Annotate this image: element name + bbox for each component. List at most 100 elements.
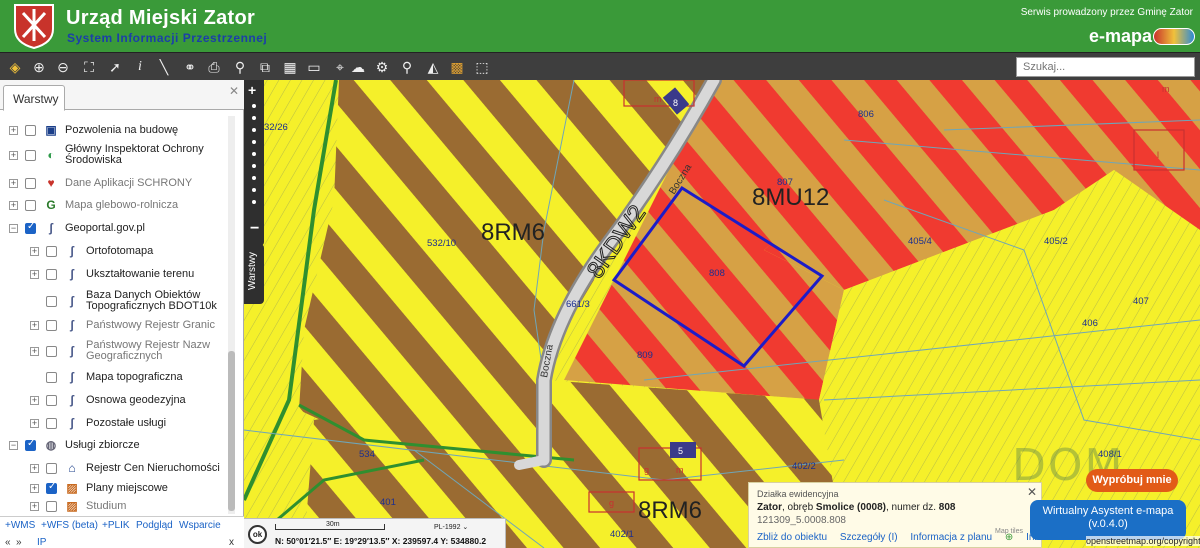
expand-icon[interactable]: + [9,200,18,210]
basemap-icon[interactable]: ▩ [447,57,467,77]
add-wms-link[interactable]: +WMS [5,520,35,531]
info-icon[interactable]: i [130,57,150,77]
layer-checkbox[interactable] [46,500,57,512]
layer-item[interactable]: + ◐ Główny Inspektorat Ochrony Środowiska [9,140,224,170]
layer-item[interactable]: + ʃ Ortofotomapa [30,240,224,262]
search-input[interactable] [1016,57,1195,77]
expand-icon[interactable]: + [30,483,39,493]
link-icon[interactable]: ⚭ [180,57,200,77]
layer-item[interactable]: +ʃMapa topograficzna [30,366,224,388]
layer-item[interactable]: +ʃBaza Danych Obiektów Topograficznych B… [30,286,224,316]
footer-close-icon[interactable]: x [229,537,234,548]
settings-icon[interactable]: ⚙ [372,57,392,77]
cloud-icon[interactable]: ☁ [348,57,368,77]
expand-icon[interactable]: + [30,501,39,511]
zoom-to-object-link[interactable]: Zbliż do obiektu [757,532,827,543]
layer-checkbox[interactable] [46,394,57,406]
expand-icon[interactable]: + [30,246,39,256]
layer-item[interactable]: + ▣ Pozwolenia na budowę [9,119,224,141]
collapse-icon[interactable]: − [9,223,18,233]
print-icon[interactable]: ⎙ [204,57,224,77]
close-icon[interactable]: ✕ [229,84,239,98]
zoom-level-dot[interactable] [252,116,256,120]
layer-item[interactable]: + ʃ Państwowy Rejestr Granic [30,314,224,336]
layer-item[interactable]: + ⌂ Rejestr Cen Nieruchomości [30,457,224,479]
layer-checkbox[interactable] [25,438,36,451]
ip-link[interactable]: IP [37,537,46,548]
layer-checkbox[interactable] [46,481,57,494]
search-zoom-icon[interactable]: ⚲ [397,57,417,77]
expand-icon[interactable]: + [30,269,39,279]
zoom-in-icon[interactable]: ⊕ [29,57,49,77]
layer-checkbox[interactable] [46,345,57,357]
measure-icon[interactable]: ╲ [154,57,174,77]
layer-item[interactable]: + ʃ Pozostałe usługi [30,412,224,434]
panel-scrollbar[interactable] [228,116,235,514]
layer-item[interactable]: + ʃ Państwowy Rejestr Nazw Geograficznych [30,336,224,366]
plan-info-link[interactable]: Informacja z planu [910,532,992,543]
expand-icon[interactable]: + [30,463,39,473]
ok-button[interactable]: ok [248,525,267,544]
try-me-button[interactable]: Wypróbuj mnie [1086,469,1178,492]
emapa-logo[interactable]: e-mapa [1089,26,1152,47]
layers-icon[interactable]: ◈ [5,57,25,77]
layout-icon[interactable]: ▦ [280,57,300,77]
crs-select[interactable]: PL-1992 ⌄ [434,523,468,531]
zoom-extent-icon[interactable]: ⛶ [79,57,99,77]
export-icon[interactable]: ⧉ [255,57,275,77]
layer-checkbox[interactable] [46,462,57,474]
expand-icon[interactable]: + [30,346,39,356]
zoom-level-dot[interactable] [252,164,256,168]
layer-item[interactable]: + ▨ Studium [30,495,224,514]
layers-side-tab[interactable]: Warstwy [244,244,264,304]
zoom-level-dot[interactable] [252,152,256,156]
expand-icon[interactable]: + [30,320,39,330]
close-icon[interactable]: ✕ [1027,485,1037,499]
layer-checkbox[interactable] [25,177,36,189]
layer-checkbox[interactable] [25,221,36,234]
pointer-icon[interactable]: ➚ [105,57,125,77]
layer-item[interactable]: + G Mapa glebowo-rolnicza [9,194,224,216]
pin-icon[interactable]: ⚲ [230,57,250,77]
zoom-level-dot[interactable] [252,128,256,132]
tab-layers[interactable]: Warstwy [3,85,65,111]
expand-icon[interactable]: + [9,125,18,135]
layer-checkbox[interactable] [46,417,57,429]
support-link[interactable]: Wsparcie [179,520,221,531]
layer-checkbox[interactable] [46,268,57,280]
zoom-level-dot[interactable] [252,200,256,204]
zoom-level-dot[interactable] [252,140,256,144]
collapse-icon[interactable]: − [9,440,18,450]
collapse-left-icon[interactable]: « [5,537,11,548]
comment-icon[interactable]: ▭ [304,57,324,77]
layer-checkbox[interactable] [25,124,36,136]
layer-checkbox[interactable] [46,295,57,307]
layer-item[interactable]: + ʃ Ukształtowanie terenu [30,263,224,285]
layer-item[interactable]: + ʃ Osnowa geodezyjna [30,389,224,411]
layer-checkbox[interactable] [25,149,36,161]
zoom-level-dot[interactable] [252,188,256,192]
layer-checkbox[interactable] [25,199,36,211]
preview-link[interactable]: Podgląd [136,520,173,531]
zoom-in-button[interactable]: + [248,82,256,98]
scrollbar-thumb[interactable] [228,351,235,511]
share-icon[interactable]: ⬚ [472,57,492,77]
add-file-link[interactable]: +PLIK [102,520,130,531]
gps-icon[interactable]: ⌖ [330,57,350,77]
layer-checkbox[interactable] [46,245,57,257]
layer-checkbox[interactable] [46,319,57,331]
virtual-assistant-button[interactable]: Wirtualny Asystent e-mapa (v.0.4.0) [1030,500,1186,540]
details-link[interactable]: Szczegóły (I) [840,532,898,543]
add-wfs-link[interactable]: +WFS (beta) [41,520,98,531]
expand-icon[interactable]: + [30,395,39,405]
layer-item[interactable]: − ◍ Usługi zbiorcze [9,434,224,456]
expand-icon[interactable]: + [9,150,18,160]
zoom-out-button[interactable]: − [250,220,259,238]
expand-icon[interactable]: + [9,178,18,188]
street-view-icon[interactable]: ◭ [423,57,443,77]
layer-checkbox[interactable] [46,371,57,383]
zoom-out-icon[interactable]: ⊖ [53,57,73,77]
zoom-slider[interactable]: + − [244,80,264,246]
zoom-level-dot[interactable] [252,176,256,180]
expand-icon[interactable]: + [30,418,39,428]
